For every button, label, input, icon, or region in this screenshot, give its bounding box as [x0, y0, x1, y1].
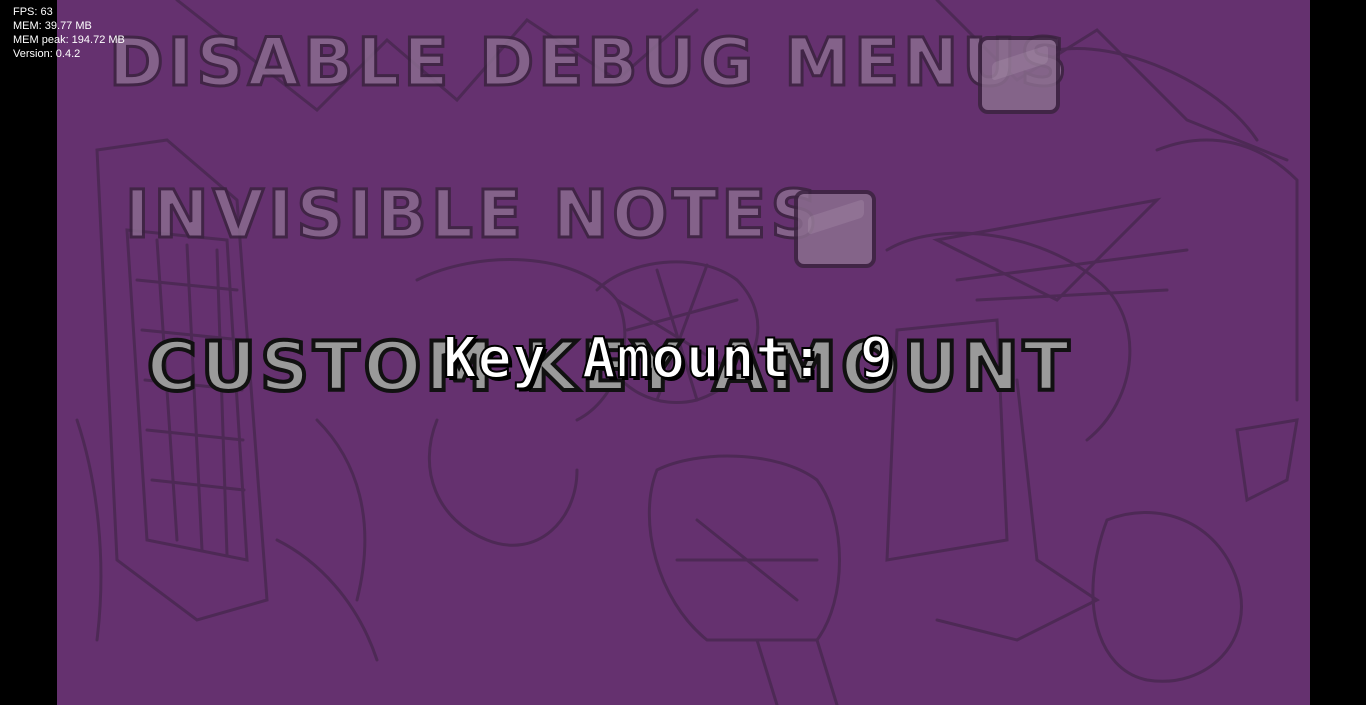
debug-stats-overlay: FPS: 63 MEM: 39.77 MB MEM peak: 194.72 M… — [13, 5, 125, 61]
version-label: Version: 0.4.2 — [13, 48, 81, 60]
option-invisible-notes[interactable]: INVISIBLE NOTES — [124, 180, 822, 249]
memory-peak: MEM peak: 194.72 MB — [13, 34, 125, 46]
checkbox-shine — [808, 198, 864, 236]
game-window: DISABLE DEBUG MENUS INVISIBLE NOTES CUST… — [0, 0, 1366, 705]
fps-counter: FPS: 63 — [13, 6, 53, 18]
memory-usage: MEM: 39.77 MB — [13, 20, 92, 32]
checkbox-shine — [992, 44, 1048, 82]
checkbox-invisible-notes[interactable] — [794, 190, 876, 268]
option-disable-debug-menus[interactable]: DISABLE DEBUG MENUS — [107, 28, 1071, 97]
checkbox-disable-debug-menus[interactable] — [978, 36, 1060, 114]
key-amount-value-text: Key Amount: 9 — [442, 325, 895, 392]
